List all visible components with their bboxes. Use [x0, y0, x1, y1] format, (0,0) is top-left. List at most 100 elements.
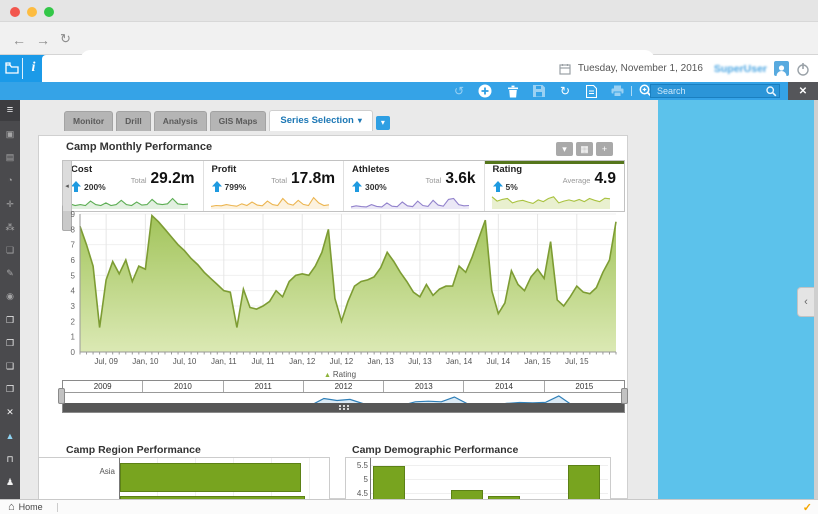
toolbar-divider: [631, 86, 632, 96]
status-bar: ⌂ Home ✓: [0, 499, 818, 514]
kpi-agg-label: Total: [425, 176, 441, 185]
file-copy-icon[interactable]: ❐: [0, 337, 20, 351]
timeline-year[interactable]: 2011: [224, 381, 304, 392]
minimize-window-icon[interactable]: [27, 7, 37, 17]
timeline-year[interactable]: 2009: [63, 381, 143, 392]
kpi-card-cost[interactable]: Cost200%Total29.2m: [63, 161, 204, 211]
tab-analysis[interactable]: Analysis: [154, 111, 207, 131]
svg-text:Jul, 09: Jul, 09: [94, 357, 118, 366]
refresh-icon[interactable]: ↻: [556, 83, 574, 99]
kpi-label: Rating: [493, 164, 523, 175]
timeline-year[interactable]: 2010: [143, 381, 223, 392]
trash-icon[interactable]: [504, 83, 522, 99]
tab-monitor[interactable]: Monitor: [64, 111, 113, 131]
kpi-label: Athletes: [352, 164, 389, 175]
timeline-year[interactable]: 2013: [384, 381, 464, 392]
collapse-icon[interactable]: ▾: [556, 142, 573, 156]
svg-text:Jul, 15: Jul, 15: [565, 357, 589, 366]
search-input[interactable]: [650, 84, 780, 98]
grid-icon[interactable]: ▦: [576, 142, 593, 156]
print-icon[interactable]: [608, 83, 626, 99]
home-label[interactable]: Home: [19, 502, 43, 512]
svg-text:Jul, 14: Jul, 14: [487, 357, 511, 366]
home-icon[interactable]: ⌂: [8, 501, 15, 513]
chevron-down-icon: ▾: [358, 116, 362, 125]
scrollbar-track[interactable]: [814, 100, 818, 499]
close-small-icon[interactable]: ✕: [0, 406, 20, 420]
tab-info[interactable]: i: [24, 55, 43, 82]
collapse-panel-icon[interactable]: ‹: [797, 287, 814, 317]
close-window-icon[interactable]: [10, 7, 20, 17]
kpi-change: 5%: [493, 181, 518, 192]
kpi-card-athletes[interactable]: Athletes300%Total3.6k: [344, 161, 485, 211]
search-icon[interactable]: [766, 86, 777, 97]
file-export-icon[interactable]: ❑: [0, 360, 20, 374]
app-header: Tuesday, November 1, 2016 SuperUser: [42, 55, 818, 82]
user-lock-icon[interactable]: ♟: [0, 476, 20, 490]
status-check-icon: ✓: [803, 501, 812, 514]
svg-text:Jul, 10: Jul, 10: [173, 357, 197, 366]
tab-gis-maps[interactable]: GIS Maps: [210, 111, 267, 131]
file-import-icon[interactable]: ❒: [0, 383, 20, 397]
history-icon[interactable]: ◔: [0, 174, 20, 188]
report-icon[interactable]: [582, 83, 600, 99]
up-arrow-icon: [352, 181, 362, 192]
legend-label: Rating: [333, 370, 356, 379]
save-icon[interactable]: [530, 83, 548, 99]
timeline-navigator[interactable]: 2009201020112012201320142015: [62, 380, 625, 413]
avatar[interactable]: [774, 61, 789, 76]
tab-series-selection[interactable]: Series Selection▾: [269, 110, 372, 131]
kpi-change: 799%: [212, 181, 247, 192]
upload-icon[interactable]: ▲: [0, 430, 20, 444]
range-handle-right[interactable]: [621, 388, 628, 404]
h-bar[interactable]: [120, 463, 301, 492]
kpi-change: 300%: [352, 181, 387, 192]
search-small-icon[interactable]: ◉: [0, 290, 20, 304]
tab-drill[interactable]: Drill: [116, 111, 151, 131]
timeline-scrollbar[interactable]: [63, 403, 624, 412]
range-handle-left[interactable]: [58, 388, 65, 404]
folder-tab-icon[interactable]: [5, 62, 19, 74]
menu-icon[interactable]: ≡: [0, 100, 20, 121]
kpi-card-profit[interactable]: Profit799%Total17.8m: [204, 161, 345, 211]
timeline-year[interactable]: 2015: [545, 381, 624, 392]
svg-text:Jul, 12: Jul, 12: [330, 357, 354, 366]
svg-text:6: 6: [71, 256, 76, 265]
svg-text:9: 9: [71, 210, 76, 219]
file-add-icon[interactable]: ❐: [0, 314, 20, 328]
kpi-label: Profit: [212, 164, 237, 175]
close-icon[interactable]: ✕: [788, 82, 818, 100]
add-icon[interactable]: [476, 83, 494, 99]
timeline-years: 2009201020112012201320142015: [63, 381, 624, 393]
forward-icon[interactable]: →: [36, 33, 50, 47]
reload-icon[interactable]: ↻: [60, 32, 71, 46]
document-icon[interactable]: ❏: [0, 244, 20, 258]
current-date[interactable]: Tuesday, November 1, 2016: [578, 63, 703, 74]
kpi-change: 200%: [71, 181, 106, 192]
series-dropdown-icon[interactable]: ▾: [376, 116, 390, 130]
kpi-change-value: 300%: [365, 182, 387, 192]
timeline-year[interactable]: 2014: [464, 381, 544, 392]
svg-text:Jan, 12: Jan, 12: [289, 357, 316, 366]
person-icon: [775, 64, 788, 76]
add-widget-icon[interactable]: +: [596, 142, 613, 156]
gallery-icon[interactable]: ▣: [0, 128, 20, 142]
grip-icon: [339, 405, 341, 407]
kpi-card-rating[interactable]: Rating 5% Average4.9: [485, 161, 625, 211]
username[interactable]: SuperUser: [714, 63, 767, 75]
power-icon[interactable]: [796, 62, 810, 76]
lock-icon[interactable]: ⊓: [0, 453, 20, 467]
edit-icon[interactable]: ✎: [0, 267, 20, 281]
kpi-value: 4.9: [594, 170, 616, 188]
chart-legend[interactable]: ▲Rating: [58, 370, 622, 379]
sitemap-icon[interactable]: ⁂: [0, 221, 20, 235]
kpi-value-row: Average4.9: [563, 170, 616, 188]
kpi-scroll-left-icon[interactable]: ◂: [63, 161, 72, 211]
maximize-window-icon[interactable]: [44, 7, 54, 17]
undo-icon[interactable]: ↺: [450, 83, 468, 99]
back-icon[interactable]: ←: [12, 33, 26, 47]
tools-icon[interactable]: ✛: [0, 198, 20, 212]
legend-marker-icon: ▲: [324, 372, 331, 379]
stamp-icon[interactable]: ▤: [0, 151, 20, 165]
timeline-year[interactable]: 2012: [304, 381, 384, 392]
